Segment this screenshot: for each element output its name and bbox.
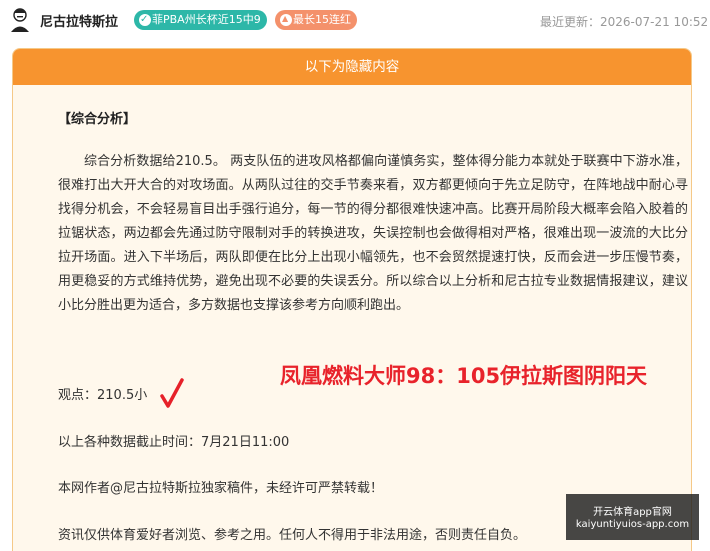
- app-badge-url: kaiyuntiyuios-app.com: [575, 519, 690, 530]
- hit-rate-label: 菲PBA州长杯近15中9: [152, 13, 261, 26]
- post-header: 尼古拉特斯拉 菲PBA州长杯近15中9 最长15连红 最近更新：2026-07-…: [0, 0, 710, 42]
- app-download-badge[interactable]: 开云体育app官网 kaiyuntiyuios-app.com: [566, 494, 699, 540]
- hit-rate-badge: 菲PBA州长杯近15中9: [134, 10, 267, 30]
- red-check-icon: [160, 378, 184, 408]
- last-updated: 最近更新：2026-07-21 10:52: [540, 15, 709, 29]
- app-badge-title: 开云体育app官网: [593, 507, 672, 518]
- copyright-notice: 本网作者@尼古拉特斯拉独家稿件，未经许可严禁转载！: [58, 481, 384, 496]
- promo-overlay-text: 凤凰燃料大师98：105伊拉斯图阴阳天: [280, 364, 648, 388]
- streak-badge: 最长15连红: [275, 9, 357, 30]
- author-avatar[interactable]: [8, 7, 32, 33]
- check-icon: [139, 10, 151, 30]
- streak-label: 最长15连红: [293, 13, 351, 26]
- flame-icon: [280, 9, 292, 29]
- section-title: 【综合分析】: [58, 112, 137, 127]
- viewpoint-text: 观点：210.5小: [58, 388, 148, 403]
- disclaimer-text: 资讯仅供体育爱好者浏览、参考之用。任何人不得用于非法用途，否则责任自负。: [58, 528, 527, 543]
- analysis-text: 综合分析数据给210.5。 两支队伍的进攻风格都偏向谨慎务实，整体得分能力本就处…: [58, 154, 688, 313]
- author-name[interactable]: 尼古拉特斯拉: [40, 11, 118, 30]
- data-cutoff-text: 以上各种数据截止时间：7月21日11:00: [58, 435, 290, 450]
- hidden-content-header: 以下为隐藏内容: [13, 49, 691, 85]
